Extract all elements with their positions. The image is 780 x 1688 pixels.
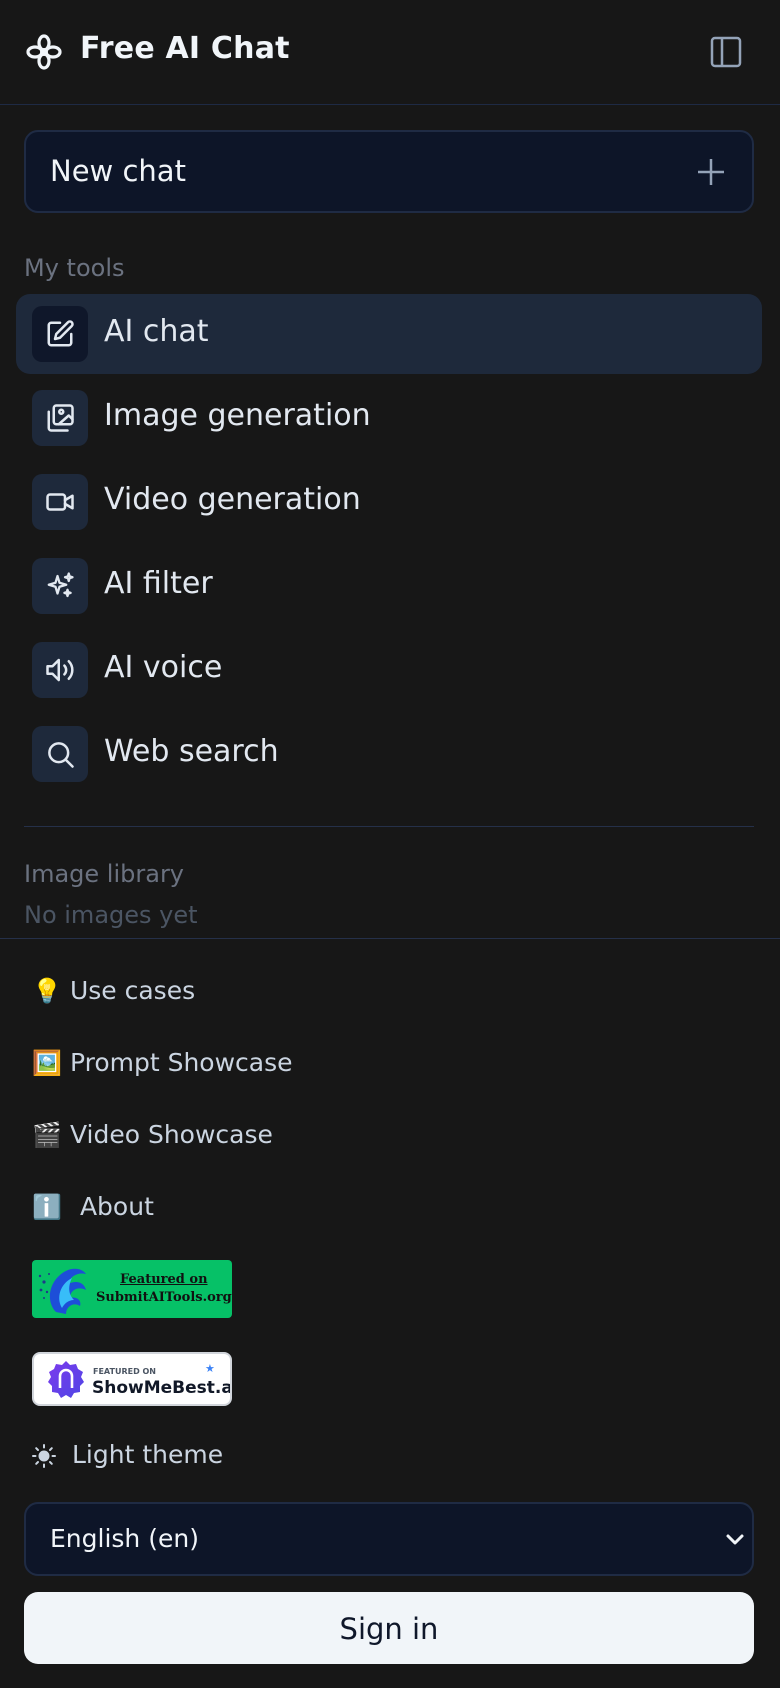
star-icon: ★ <box>205 1362 215 1375</box>
link-video-showcase[interactable]: 🎬 Video Showcase <box>32 1120 273 1149</box>
theme-label: Light theme <box>72 1440 224 1469</box>
my-tools-heading: My tools <box>24 254 125 282</box>
video-camera-icon <box>46 493 74 511</box>
header: Free AI Chat <box>0 0 780 105</box>
tool-label: Video generation <box>104 482 361 517</box>
image-library-empty: No images yet <box>24 901 198 929</box>
tool-icon-box <box>32 726 88 782</box>
flower-logo-icon <box>26 34 62 70</box>
sign-in-label: Sign in <box>339 1612 439 1646</box>
new-chat-label: New chat <box>50 154 186 188</box>
badge-line-1: FEATURED ON <box>93 1367 156 1376</box>
tool-ai-voice[interactable]: AI voice <box>16 630 762 710</box>
tool-label: AI filter <box>104 566 213 601</box>
edit-icon <box>47 320 74 347</box>
link-label: About <box>79 1192 154 1221</box>
badge-line-2: SubmitAITools.org <box>96 1290 232 1305</box>
tool-image-generation[interactable]: Image generation <box>16 378 762 458</box>
sparkles-icon <box>47 572 74 598</box>
badge-line-1: Featured on <box>120 1272 208 1287</box>
showmebest-seal-icon <box>48 1361 84 1398</box>
link-label: Use cases <box>69 976 196 1005</box>
sidebar-toggle-icon[interactable] <box>710 36 742 68</box>
tool-label: Image generation <box>104 398 371 433</box>
image-library-heading: Image library <box>24 860 185 888</box>
divider <box>0 938 780 939</box>
lightbulb-icon: 💡 <box>32 977 62 1005</box>
image-icon <box>47 404 74 432</box>
tool-label: AI voice <box>104 650 223 685</box>
search-icon <box>48 742 74 768</box>
tool-icon-box <box>32 390 88 446</box>
plus-icon <box>698 159 724 185</box>
tool-icon-box <box>32 474 88 530</box>
clapper-board-icon: 🎬 <box>32 1121 62 1149</box>
link-label: Video Showcase <box>69 1120 273 1149</box>
tool-ai-filter[interactable]: AI filter <box>16 546 762 626</box>
tool-icon-box <box>32 558 88 614</box>
link-prompt-showcase[interactable]: 🖼️ Prompt Showcase <box>32 1048 293 1077</box>
submitaitools-badge[interactable]: Featured on SubmitAITools.org <box>32 1260 232 1318</box>
tool-ai-chat[interactable]: AI chat <box>16 294 762 374</box>
new-chat-button[interactable]: New chat <box>24 130 754 213</box>
sun-icon <box>32 1444 56 1468</box>
tool-web-search[interactable]: Web search <box>16 714 762 794</box>
chevron-down-icon <box>726 1534 744 1545</box>
tool-icon-box <box>32 306 88 362</box>
showmebest-badge[interactable]: FEATURED ON ShowMeBest.ai ★ <box>32 1352 232 1406</box>
tool-label: Web search <box>104 734 279 769</box>
phoenix-logo-icon <box>38 1268 86 1314</box>
info-icon: ℹ️ <box>32 1193 62 1221</box>
app-title: Free AI Chat <box>80 31 290 66</box>
badge-line-2: ShowMeBest.ai <box>92 1378 232 1398</box>
divider <box>24 826 754 827</box>
tool-icon-box <box>32 642 88 698</box>
tool-label: AI chat <box>104 314 209 349</box>
link-about[interactable]: ℹ️ About <box>32 1192 154 1221</box>
speaker-icon <box>46 658 74 682</box>
language-selected: English (en) <box>50 1524 199 1553</box>
tool-video-generation[interactable]: Video generation <box>16 462 762 542</box>
language-select[interactable]: English (en) <box>24 1502 754 1576</box>
link-label: Prompt Showcase <box>69 1048 293 1077</box>
link-use-cases[interactable]: 💡 Use cases <box>32 976 195 1005</box>
sign-in-button[interactable]: Sign in <box>24 1592 754 1664</box>
framed-picture-icon: 🖼️ <box>32 1049 62 1077</box>
